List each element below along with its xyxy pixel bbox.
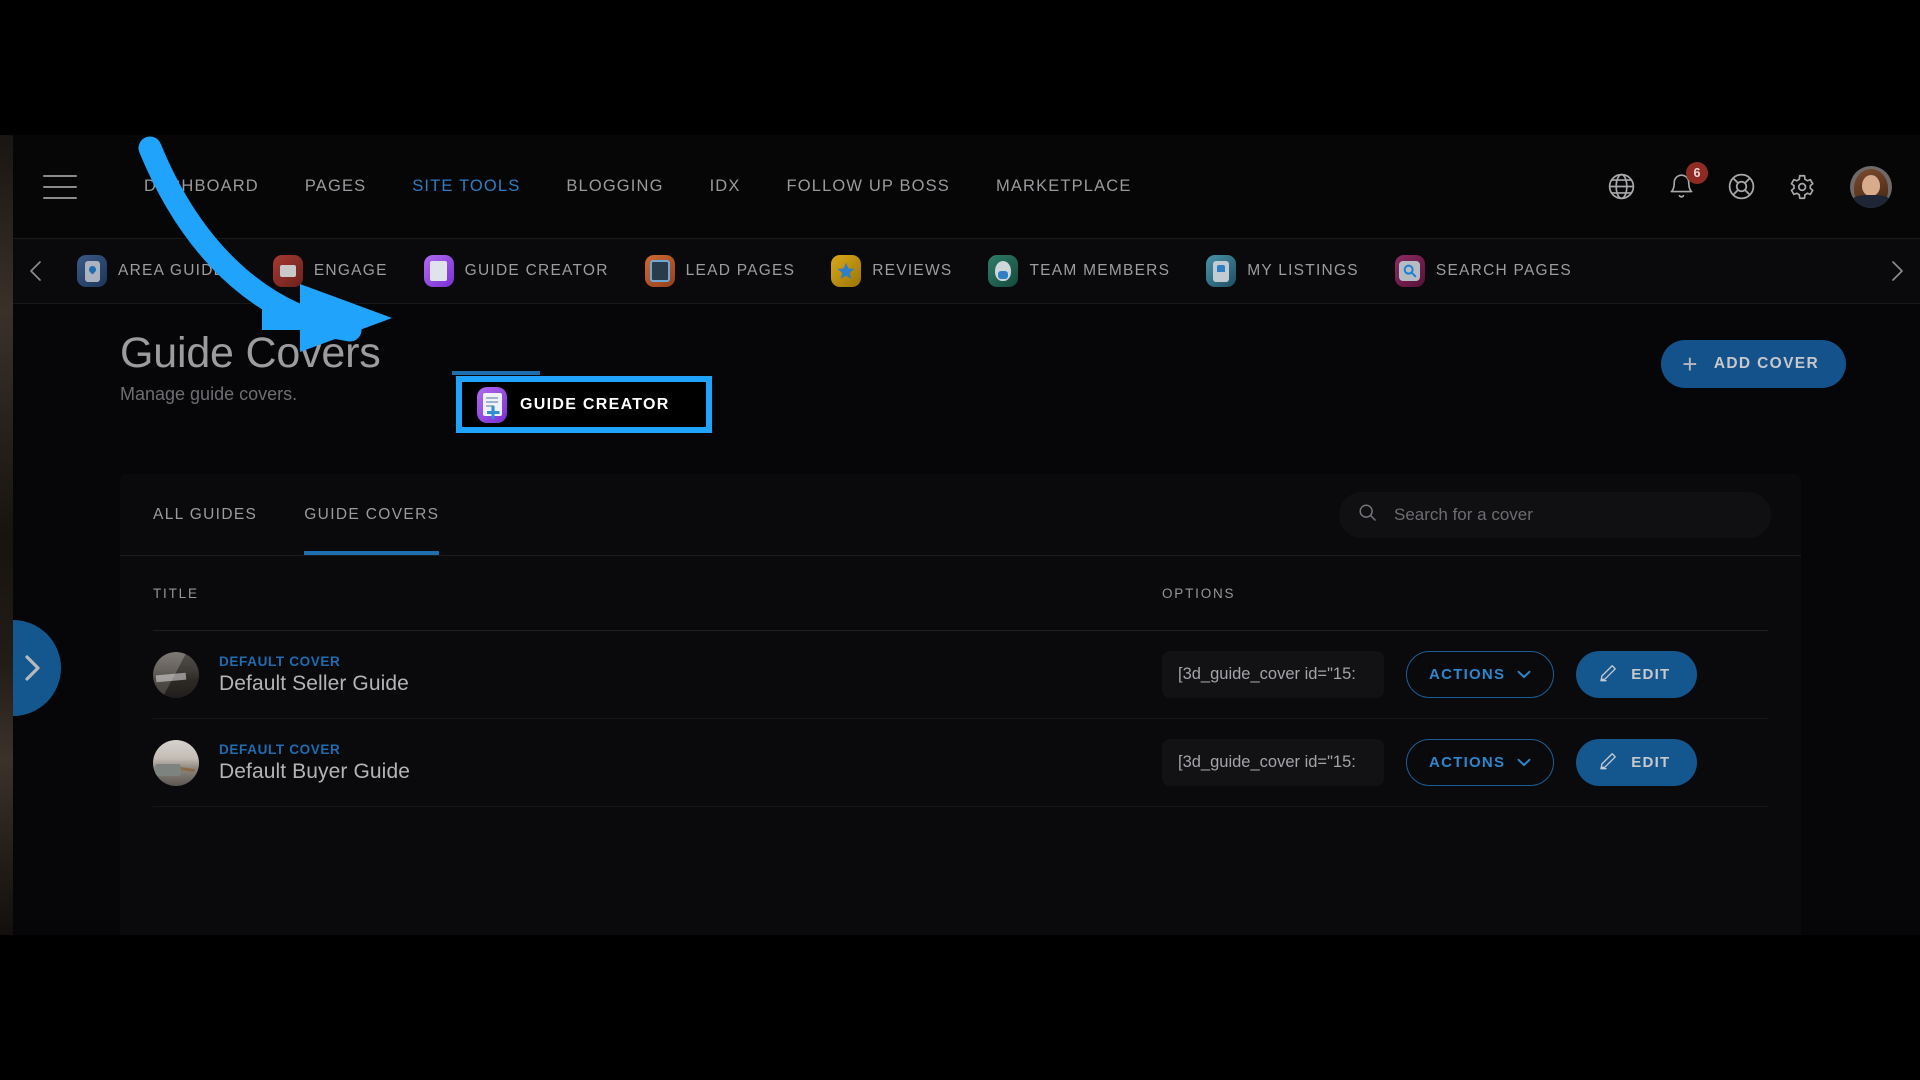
site-tools-tab-bar: AREA GUIDES ENGAGE GUIDE CREATOR LEAD PA…: [13, 239, 1920, 304]
left-drawer-toggle[interactable]: [13, 620, 61, 716]
sidebar-item-guide-creator[interactable]: GUIDE CREATOR: [406, 239, 627, 303]
lead-pages-icon: [644, 255, 675, 287]
page-header: Guide Covers Manage guide covers.: [13, 304, 1920, 405]
page-subtitle: Manage guide covers.: [120, 384, 298, 405]
guide-creator-icon: [423, 255, 454, 287]
row-title-cell: DEFAULT COVER Default Seller Guide: [153, 651, 1162, 698]
shortcode-field[interactable]: [3d_guide_cover id="15:: [1162, 739, 1384, 786]
column-header-options: OPTIONS: [1162, 585, 1236, 601]
tab-label: ENGAGE: [313, 262, 388, 279]
nav-item-dashboard[interactable]: DASHBOARD: [121, 177, 282, 196]
screenshot-root: DASHBOARD PAGES SITE TOOLS BLOGGING IDX …: [0, 0, 1920, 1080]
sidebar-item-lead-pages[interactable]: LEAD PAGES: [627, 239, 814, 303]
shortcode-field[interactable]: [3d_guide_cover id="15:: [1162, 651, 1384, 698]
nav-item-follow-up-boss[interactable]: FOLLOW UP BOSS: [764, 177, 973, 196]
actions-dropdown-button[interactable]: ACTIONS: [1406, 739, 1555, 786]
actions-dropdown-button[interactable]: ACTIONS: [1406, 651, 1555, 698]
edit-button[interactable]: EDIT: [1576, 651, 1698, 698]
status-badge: DEFAULT COVER: [219, 653, 341, 669]
tab-label: REVIEWS: [872, 262, 953, 279]
team-members-icon: [988, 255, 1019, 287]
tabbar-next-icon[interactable]: [1874, 257, 1920, 285]
tab-label: AREA GUIDES: [118, 262, 237, 279]
table-row: DEFAULT COVER Default Buyer Guide [3d_gu…: [153, 719, 1768, 807]
user-avatar[interactable]: [1850, 165, 1892, 208]
status-badge: DEFAULT COVER: [219, 741, 341, 757]
nav-item-pages[interactable]: PAGES: [282, 177, 389, 196]
lifebuoy-help-icon[interactable]: [1724, 170, 1758, 204]
sidebar-item-search-pages[interactable]: SEARCH PAGES: [1377, 239, 1590, 303]
page-body: Guide Covers Manage guide covers. + ADD …: [13, 304, 1920, 935]
search-pages-icon: [1394, 255, 1425, 287]
chevron-down-icon: [1517, 754, 1531, 771]
tab-label: GUIDE CREATOR: [464, 262, 609, 279]
pencil-icon: [1598, 751, 1618, 775]
top-navigation-bar: DASHBOARD PAGES SITE TOOLS BLOGGING IDX …: [13, 135, 1920, 239]
left-edge-strip: [0, 135, 13, 935]
sidebar-item-my-listings[interactable]: MY LISTINGS: [1188, 239, 1377, 303]
bell-notifications-icon[interactable]: 6: [1664, 161, 1708, 204]
guide-creator-highlight[interactable]: GUIDE CREATOR: [456, 376, 712, 433]
tab-label: TEAM MEMBERS: [1029, 262, 1171, 279]
row-options-cell: [3d_guide_cover id="15: ACTIONS EDIT: [1162, 651, 1768, 698]
edit-button[interactable]: EDIT: [1576, 739, 1698, 786]
tabbar-prev-icon[interactable]: [13, 257, 59, 285]
chevron-down-icon: [1517, 666, 1531, 683]
reviews-icon: [831, 255, 862, 287]
tab-label: LEAD PAGES: [685, 262, 796, 279]
search-input[interactable]: [1392, 503, 1753, 526]
hamburger-menu-icon[interactable]: [43, 174, 77, 199]
engage-icon: [272, 255, 303, 287]
top-right-actions: 6: [1604, 161, 1892, 208]
row-options-cell: [3d_guide_cover id="15: ACTIONS EDIT: [1162, 739, 1768, 786]
edit-label: EDIT: [1631, 666, 1671, 683]
table-header-row: TITLE OPTIONS: [153, 556, 1768, 631]
cover-thumbnail: [153, 739, 199, 786]
cover-thumbnail: [153, 651, 199, 698]
add-cover-label: ADD COVER: [1713, 355, 1819, 372]
globe-icon[interactable]: [1604, 170, 1638, 204]
main-menu: DASHBOARD PAGES SITE TOOLS BLOGGING IDX …: [121, 177, 1154, 196]
gear-settings-icon[interactable]: [1784, 170, 1818, 204]
active-tab-indicator: [452, 371, 540, 375]
tab-label: SEARCH PAGES: [1435, 262, 1573, 279]
search-cover-box[interactable]: [1339, 491, 1771, 538]
actions-label: ACTIONS: [1429, 666, 1506, 683]
actions-label: ACTIONS: [1429, 754, 1506, 771]
notification-badge: 6: [1686, 161, 1708, 184]
chevron-right-icon: [25, 655, 40, 681]
tab-all-guides[interactable]: ALL GUIDES: [153, 474, 257, 555]
tab-strip: AREA GUIDES ENGAGE GUIDE CREATOR LEAD PA…: [59, 239, 1874, 303]
sidebar-item-reviews[interactable]: REVIEWS: [813, 239, 970, 303]
sidebar-item-team-members[interactable]: TEAM MEMBERS: [970, 239, 1188, 303]
column-header-title: TITLE: [153, 585, 199, 601]
edit-label: EDIT: [1631, 754, 1671, 771]
nav-item-blogging[interactable]: BLOGGING: [543, 177, 686, 196]
add-cover-button[interactable]: + ADD COVER: [1661, 340, 1846, 388]
highlight-label: GUIDE CREATOR: [520, 395, 670, 413]
row-title-cell: DEFAULT COVER Default Buyer Guide: [153, 739, 1162, 786]
my-listings-icon: [1206, 255, 1237, 287]
nav-item-marketplace[interactable]: MARKETPLACE: [973, 177, 1155, 196]
search-icon: [1357, 502, 1378, 528]
guide-creator-icon: [477, 386, 507, 423]
nav-item-idx[interactable]: IDX: [687, 177, 764, 196]
sidebar-item-engage[interactable]: ENGAGE: [255, 239, 406, 303]
pencil-icon: [1598, 663, 1618, 687]
cover-name: Default Buyer Guide: [219, 759, 411, 783]
nav-item-site-tools[interactable]: SITE TOOLS: [389, 177, 543, 196]
tab-guide-covers[interactable]: GUIDE COVERS: [304, 474, 440, 555]
table-row: DEFAULT COVER Default Seller Guide [3d_g…: [153, 631, 1768, 719]
panel-tabs: ALL GUIDES GUIDE COVERS: [120, 474, 1801, 556]
tab-label: MY LISTINGS: [1247, 262, 1359, 279]
guide-covers-table: TITLE OPTIONS DEFAULT COVER Default Sell…: [120, 556, 1801, 807]
app-container: DASHBOARD PAGES SITE TOOLS BLOGGING IDX …: [13, 135, 1920, 935]
cover-name: Default Seller Guide: [219, 671, 409, 695]
page-title: Guide Covers: [120, 329, 381, 377]
sidebar-item-area-guides[interactable]: AREA GUIDES: [59, 239, 255, 303]
plus-icon: +: [1682, 349, 1699, 379]
area-guides-icon: [77, 255, 107, 287]
guide-covers-panel: ALL GUIDES GUIDE COVERS Search for a cov…: [120, 474, 1801, 935]
browser-viewport: DASHBOARD PAGES SITE TOOLS BLOGGING IDX …: [0, 135, 1920, 935]
